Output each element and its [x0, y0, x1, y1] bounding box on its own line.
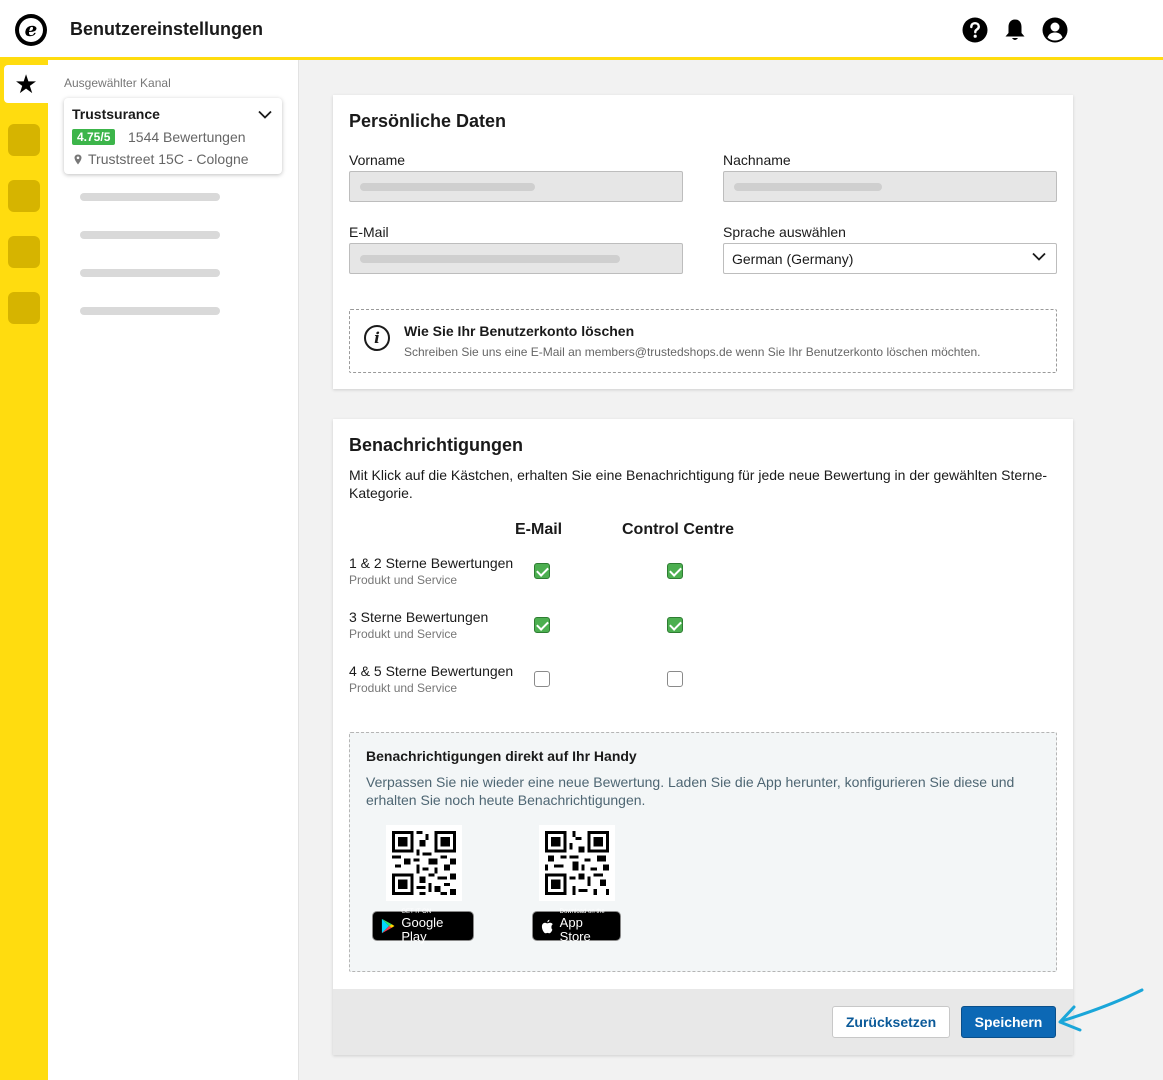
- app-store-big-text: App Store: [559, 914, 591, 944]
- review-count: 1544 Bewertungen: [128, 129, 246, 145]
- app-promo-title: Benachrichtigungen direkt auf Ihr Handy: [366, 748, 637, 764]
- nav-rail-item[interactable]: [8, 124, 40, 156]
- rating-badge: 4.75/5: [72, 129, 116, 145]
- qr-code-app-store: [539, 825, 615, 901]
- channel-address: Truststreet 15C - Cologne: [74, 151, 249, 167]
- app-store-badge[interactable]: Download on the App Store: [532, 909, 621, 944]
- app-header: e Benutzereinstellungen: [0, 0, 1163, 60]
- trusted-shops-logo[interactable]: e: [15, 14, 47, 46]
- delete-info-title: Wie Sie Ihr Benutzerkonto löschen: [404, 323, 635, 339]
- apple-icon: [541, 919, 553, 933]
- row-sub: Produkt und Service: [349, 681, 458, 695]
- chevron-down-icon: [1032, 252, 1046, 261]
- save-button[interactable]: Speichern: [961, 1006, 1056, 1038]
- nav-rail-item[interactable]: [8, 236, 40, 268]
- address-text: Truststreet 15C - Cologne: [88, 151, 249, 167]
- skeleton-line: [80, 231, 220, 239]
- page-title: Benutzereinstellungen: [70, 19, 264, 39]
- language-value: German (Germany): [732, 251, 854, 267]
- notifications-title: Benachrichtigungen: [349, 435, 524, 455]
- delete-info-text: Schreiben Sie uns eine E-Mail an members…: [404, 345, 981, 359]
- form-footer: Zurücksetzen Speichern: [333, 989, 1073, 1055]
- qr-code-google-play: [386, 825, 462, 901]
- app-promo-text: Verpassen Sie nie wieder eine neue Bewer…: [366, 774, 1015, 808]
- mobile-app-promo: Benachrichtigungen direkt auf Ihr Handy …: [349, 732, 1057, 972]
- chevron-down-icon: [258, 110, 272, 119]
- channel-label: Ausgewählter Kanal: [64, 76, 171, 90]
- row-label-3-stars: 3 Sterne Bewertungen: [349, 609, 489, 625]
- language-select[interactable]: German (Germany): [723, 243, 1057, 274]
- language-label: Sprache auswählen: [723, 224, 846, 240]
- nav-rail-item[interactable]: [8, 180, 40, 212]
- google-play-badge[interactable]: GET IT ON Google Play: [372, 909, 474, 944]
- column-email: E-Mail: [515, 521, 563, 538]
- info-icon: i: [364, 325, 390, 351]
- reset-button[interactable]: Zurücksetzen: [832, 1006, 950, 1038]
- nav-rail-item[interactable]: [8, 292, 40, 324]
- google-play-icon: [381, 918, 395, 934]
- channel-panel: Ausgewählter Kanal Trustsurance 4.75/5 1…: [48, 60, 299, 1080]
- notifications-card: Benachrichtigungen Mit Klick auf die Käs…: [333, 419, 1073, 1055]
- row-label-1-2-stars: 1 & 2 Sterne Bewertungen: [349, 555, 514, 571]
- nav-rail: ★: [0, 60, 48, 1080]
- channel-selector[interactable]: Trustsurance 4.75/5 1544 Bewertungen Tru…: [64, 98, 282, 174]
- star-icon[interactable]: ★: [4, 65, 48, 103]
- last-name-field[interactable]: [723, 171, 1057, 202]
- email-field[interactable]: [349, 243, 683, 274]
- help-icon[interactable]: [962, 17, 988, 43]
- google-play-big-text: Google Play: [401, 914, 444, 944]
- email-label: E-Mail: [349, 224, 389, 240]
- skeleton-line: [80, 193, 220, 201]
- checkbox-email-3-stars[interactable]: [534, 617, 550, 633]
- first-name-label: Vorname: [349, 152, 406, 168]
- annotation-arrow-icon: [1058, 988, 1144, 1032]
- personal-data-title: Persönliche Daten: [349, 111, 507, 131]
- skeleton-line: [80, 307, 220, 315]
- last-name-label: Nachname: [723, 152, 791, 168]
- checkbox-control-centre-1-2-stars[interactable]: [667, 563, 683, 579]
- delete-account-info: i Wie Sie Ihr Benutzerkonto löschen Schr…: [349, 309, 1057, 373]
- bell-icon[interactable]: [1002, 17, 1028, 43]
- checkbox-email-1-2-stars[interactable]: [534, 563, 550, 579]
- location-pin-icon: [74, 154, 82, 164]
- first-name-field[interactable]: [349, 171, 683, 202]
- checkbox-control-centre-4-5-stars[interactable]: [667, 671, 683, 687]
- skeleton-line: [80, 269, 220, 277]
- personal-data-card: Persönliche Daten Vorname Nachname E-Mai…: [333, 95, 1073, 389]
- column-control-centre: Control Centre: [622, 521, 734, 538]
- row-sub: Produkt und Service: [349, 627, 458, 641]
- user-icon[interactable]: [1042, 17, 1068, 43]
- checkbox-control-centre-3-stars[interactable]: [667, 617, 683, 633]
- checkbox-email-4-5-stars[interactable]: [534, 671, 550, 687]
- channel-name: Trustsurance: [72, 106, 160, 122]
- logo-letter: e: [19, 18, 43, 42]
- notifications-description: Mit Klick auf die Kästchen, erhalten Sie…: [349, 467, 1048, 501]
- row-sub: Produkt und Service: [349, 573, 458, 587]
- row-label-4-5-stars: 4 & 5 Sterne Bewertungen: [349, 663, 514, 679]
